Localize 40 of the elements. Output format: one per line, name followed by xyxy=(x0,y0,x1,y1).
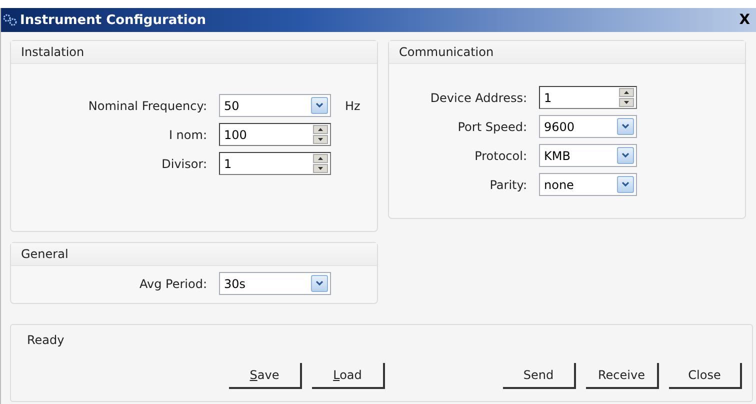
dialog-button[interactable]: Receive xyxy=(586,363,659,389)
chevron-down-icon xyxy=(316,281,323,286)
chevron-down-icon xyxy=(622,182,629,187)
field-label: Protocol: xyxy=(474,148,528,162)
up-arrow-icon xyxy=(318,128,323,131)
window-close-button[interactable]: X xyxy=(737,12,752,28)
dropdown[interactable]: 50 xyxy=(219,94,331,117)
field-label: Device Address: xyxy=(429,90,528,104)
field-label: Divisor: xyxy=(160,156,208,170)
gear-icon xyxy=(3,14,17,26)
field-label: Avg Period: xyxy=(138,276,208,290)
field-label: Nominal Frequency: xyxy=(87,98,208,112)
up-arrow-icon xyxy=(318,157,323,160)
status-text: Ready xyxy=(27,333,66,347)
chevron-down-icon xyxy=(316,103,323,108)
field-label: Parity: xyxy=(488,178,528,192)
chevron-down-icon xyxy=(622,124,629,129)
dropdown[interactable]: KMB xyxy=(539,144,637,167)
panel-header: Communication xyxy=(389,41,745,64)
down-arrow-icon xyxy=(318,167,323,170)
dropdown[interactable]: 9600 xyxy=(539,115,637,138)
field-label: Port Speed: xyxy=(456,120,528,134)
dialog-button[interactable]: Send xyxy=(503,363,576,389)
panel-header: Instalation xyxy=(11,41,377,64)
down-arrow-icon xyxy=(318,138,323,141)
spin-field[interactable]: 1 xyxy=(219,152,331,175)
down-arrow-icon xyxy=(624,101,629,104)
field-label: I nom: xyxy=(168,128,208,142)
dialog-button[interactable]: Save xyxy=(229,363,302,389)
unit-label: Hz xyxy=(345,98,360,112)
window-title: Instrument Configuration xyxy=(20,12,206,28)
up-arrow-icon xyxy=(624,91,629,94)
dialog-button[interactable]: Close xyxy=(669,363,742,389)
chevron-down-icon xyxy=(622,153,629,158)
dropdown[interactable]: none xyxy=(539,173,637,196)
dialog-button[interactable]: Load xyxy=(312,363,385,389)
spin-field[interactable]: 100 xyxy=(219,123,331,146)
panel-header: General xyxy=(11,243,377,266)
dropdown[interactable]: 30s xyxy=(219,272,331,295)
spin-field[interactable]: 1 xyxy=(539,86,637,109)
